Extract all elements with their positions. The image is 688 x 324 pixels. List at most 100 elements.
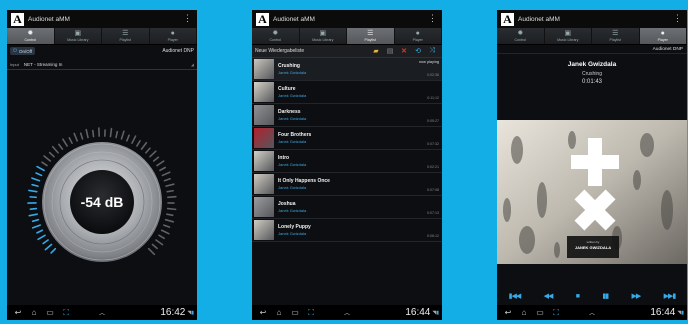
volume-tick <box>166 207 177 211</box>
tab-player[interactable]: ● Player <box>639 28 687 44</box>
skip-next-icon[interactable]: ▶▶▮ <box>664 292 677 300</box>
tab-player[interactable]: ● Player <box>395 28 442 44</box>
recents-icon[interactable]: ▭ <box>532 308 548 317</box>
volume-tick <box>41 161 48 167</box>
tab-playlist[interactable]: ☰ Playlist <box>592 28 640 44</box>
tab-label: Control <box>514 37 527 42</box>
screenshot-icon[interactable]: ⛶ <box>58 308 74 318</box>
volume-tick <box>28 189 38 193</box>
track-row[interactable]: Darkness Janek Gwizdala 0:05:27 <box>252 104 442 127</box>
tab-player[interactable]: ● Player <box>150 28 197 44</box>
volume-tick <box>79 132 84 140</box>
track-info: Lonely Puppy Janek Gwizdala <box>278 224 440 237</box>
clock: 16:42 <box>160 307 186 318</box>
clock: 16:44 <box>650 307 676 318</box>
device-name: Audionet DNP <box>497 45 687 54</box>
track-artist: Janek Gwizdala <box>278 161 307 167</box>
shuffle-icon[interactable]: ⤨ <box>425 47 439 55</box>
track-row[interactable]: Culture Janek Gwizdala 0:11:12 <box>252 81 442 104</box>
save-icon[interactable]: ▤ <box>383 47 397 55</box>
overflow-menu-icon[interactable]: ⋮ <box>183 13 192 24</box>
app-logo: A <box>501 12 514 26</box>
volume-tick <box>155 239 164 246</box>
volume-tick <box>28 213 38 217</box>
track-duration: 0:05:27 <box>427 119 439 123</box>
track-row[interactable]: Intro Janek Gwizdala 0:02:21 <box>252 150 442 173</box>
pause-icon[interactable]: ▮▮ <box>602 292 609 300</box>
skip-previous-icon[interactable]: ▮◀◀ <box>509 292 522 300</box>
back-icon[interactable]: ↩ <box>500 308 516 317</box>
playlist-toolbar: Neue Wiedergabeliste ▰ ▤ ✕ ⟲ ⤨ <box>252 45 442 58</box>
volume-tick <box>48 151 55 158</box>
album-caption: written by <box>587 240 600 244</box>
tab-music-library[interactable]: ▣ Music Library <box>545 28 592 44</box>
track-title: Joshua <box>278 200 296 207</box>
gear-icon: ✹ <box>27 29 34 37</box>
volume-tick <box>73 132 78 142</box>
track-row[interactable]: It Only Happens Once Janek Gwizdala 0:07:0… <box>252 173 442 196</box>
tab-control[interactable]: ✹ Control <box>252 28 300 44</box>
track-row[interactable]: Joshua Janek Gwizdala 0:07:13 <box>252 196 442 219</box>
tab-label: Control <box>269 37 282 42</box>
track-title: Darkness <box>278 108 301 115</box>
overflow-menu-icon[interactable]: ⋮ <box>428 13 437 24</box>
overflow-menu-icon[interactable]: ⋮ <box>673 13 682 24</box>
home-icon[interactable]: ⌂ <box>516 308 532 317</box>
track-artist: Janek Gwizdala <box>278 138 307 144</box>
fast-forward-icon[interactable]: ▶▶ <box>631 292 641 300</box>
home-icon[interactable]: ⌂ <box>26 308 42 317</box>
stop-icon[interactable]: ■ <box>576 293 580 300</box>
tab-label: Music Library <box>557 37 579 42</box>
volume-knob[interactable]: -54 dB <box>7 78 197 298</box>
tab-music-library[interactable]: ▣ Music Library <box>300 28 347 44</box>
input-selector[interactable]: Input NET - Streaming In ◢ <box>7 60 197 70</box>
track-duration: 0:02:21 <box>427 165 439 169</box>
home-icon[interactable]: ⌂ <box>271 308 287 317</box>
status-icons: ◥▮ <box>187 310 194 316</box>
volume-tick <box>160 229 170 235</box>
back-icon[interactable]: ↩ <box>10 308 26 317</box>
action-bar: A Audionet aMM ⋮ <box>7 10 197 28</box>
volume-tick <box>62 138 68 147</box>
volume-tick <box>36 165 45 172</box>
rewind-icon[interactable]: ◀◀ <box>544 292 554 300</box>
track-info: Intro Janek Gwizdala <box>278 155 440 168</box>
track-thumbnail <box>254 220 274 240</box>
track-artist: Janek Gwizdala <box>278 92 307 98</box>
track-row[interactable]: Four Brothers Janek Gwizdala 0:07:32 <box>252 127 442 150</box>
back-icon[interactable]: ↩ <box>255 308 271 317</box>
system-nav-bar: ↩ ⌂ ▭ ⛶ ︿ 16:42 ◥▮ <box>7 305 197 320</box>
delete-icon[interactable]: ✕ <box>397 47 411 55</box>
playlist-icon: ☰ <box>367 29 374 37</box>
tab-control[interactable]: ✹ Control <box>7 28 55 44</box>
track-thumbnail <box>254 128 274 148</box>
recents-icon[interactable]: ▭ <box>42 308 58 317</box>
track-row[interactable]: Crushing Janek Gwizdala now playing 0:02:36 <box>252 58 442 81</box>
screenshot-icon[interactable]: ⛶ <box>548 308 564 318</box>
tab-label: Player <box>657 37 668 42</box>
repeat-icon[interactable]: ⟲ <box>411 47 425 55</box>
track-row[interactable]: Lonely Puppy Janek Gwizdala 0:06:12 <box>252 219 442 242</box>
tab-music-library[interactable]: ▣ Music Library <box>55 28 102 44</box>
screenshot-icon[interactable]: ⛶ <box>303 308 319 318</box>
status-icons: ◥▮ <box>432 310 439 316</box>
power-button[interactable]: ⏻ On/Off <box>10 47 36 55</box>
tab-playlist[interactable]: ☰ Playlist <box>102 28 150 44</box>
control-header: ⏻ On/Off Audionet DNP <box>7 45 197 57</box>
volume-tick <box>31 224 41 229</box>
chevron-up-icon[interactable]: ︿ <box>339 308 355 317</box>
track-info: Joshua Janek Gwizdala <box>278 201 440 214</box>
volume-tick <box>159 166 166 172</box>
tab-bar: ✹ Control ▣ Music Library ☰ Playlist ● P… <box>7 28 197 45</box>
chevron-up-icon[interactable]: ︿ <box>584 308 600 317</box>
volume-tick <box>166 213 174 217</box>
recents-icon[interactable]: ▭ <box>287 308 303 317</box>
album-cover: written by JANEK GWIZDALA <box>497 120 687 264</box>
track-title: It Only Happens Once <box>278 177 330 184</box>
tab-control[interactable]: ✹ Control <box>497 28 545 44</box>
volume-tick <box>145 147 151 154</box>
transport-controls: ▮◀◀ ◀◀ ■ ▮▮ ▶▶ ▶▶▮ <box>497 292 687 301</box>
chevron-up-icon[interactable]: ︿ <box>94 308 110 317</box>
tab-playlist[interactable]: ☰ Playlist <box>347 28 395 44</box>
folder-icon[interactable]: ▰ <box>369 47 383 55</box>
